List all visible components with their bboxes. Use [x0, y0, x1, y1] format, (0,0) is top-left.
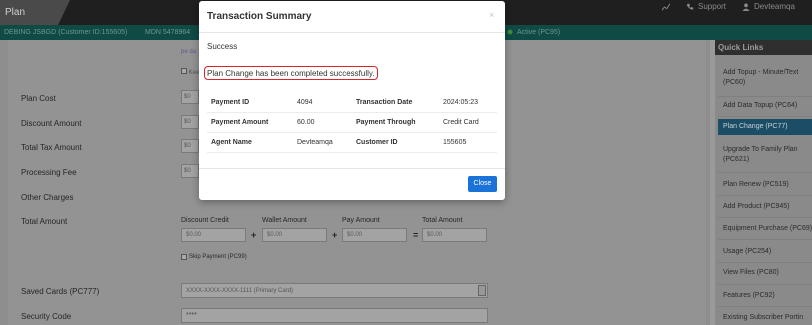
- quick-link-usage[interactable]: Usage (PC254): [718, 247, 812, 257]
- skip-payment-checkbox[interactable]: [181, 254, 187, 260]
- transaction-date-value: 2024:05:23: [443, 99, 479, 106]
- divider: [718, 217, 812, 218]
- equals-operator: =: [413, 230, 419, 240]
- agent-name-label: Agent Name: [211, 139, 252, 146]
- payment-through-value: Credit Card: [443, 119, 479, 126]
- transaction-summary-modal: Transaction Summary × Success Plan Chang…: [199, 1, 505, 200]
- security-code-input[interactable]: ****: [181, 308, 488, 323]
- discount-credit-input[interactable]: $0.00: [181, 228, 246, 242]
- agent-name-value: Devteamqa: [297, 139, 333, 146]
- table-row: Agent Name Devteamqa Customer ID 155605: [207, 133, 497, 153]
- discount-amount-field[interactable]: $0: [181, 115, 199, 129]
- divider: [718, 172, 812, 173]
- pay-amount-label: Pay Amount: [342, 217, 380, 224]
- quick-link-add-product[interactable]: Add Product (PC945): [718, 202, 812, 212]
- title-notch: [58, 0, 70, 25]
- quick-link-plan-renew[interactable]: Plan Renew (PC519): [718, 180, 812, 190]
- user-menu[interactable]: Devteamqa: [742, 0, 795, 14]
- divider: [718, 116, 812, 117]
- page-title: Plan Change: [0, 0, 58, 43]
- quick-link-upgrade-family[interactable]: Upgrade To Family Plan (PC621): [718, 145, 812, 167]
- plan-cost-field[interactable]: $0: [181, 90, 199, 104]
- payment-amount-value: 60.00: [297, 119, 315, 126]
- saved-cards-select[interactable]: XXXX-XXXX-XXXX-1111 (Primary Card): [181, 283, 488, 298]
- user-name: Devteamqa: [754, 2, 795, 11]
- pay-amount-input[interactable]: $0.00: [342, 228, 407, 242]
- support-link[interactable]: Support: [686, 0, 726, 14]
- quick-link-existing-subscriber-portin[interactable]: Existing Subscriber Portin: [718, 313, 812, 323]
- support-label: Support: [698, 2, 727, 11]
- keep-checkbox-label: Kee: [188, 70, 200, 76]
- divider: [718, 195, 812, 196]
- analytics-link[interactable]: [662, 0, 670, 14]
- divider: [718, 239, 812, 240]
- mini-link[interactable]: pe da: [181, 49, 196, 55]
- quick-links-title: Quick Links: [715, 40, 812, 55]
- processing-fee-label: Processing Fee: [21, 168, 77, 177]
- skip-payment-row[interactable]: Skip Payment (PC99): [181, 254, 247, 260]
- chart-icon: [662, 3, 670, 11]
- saved-cards-label: Saved Cards (PC777): [21, 287, 100, 296]
- quick-link-features[interactable]: Features (PC92): [718, 291, 812, 301]
- discount-amount-label: Discount Amount: [21, 119, 82, 128]
- chevron-down-icon[interactable]: [478, 285, 486, 296]
- status-text: Success: [207, 42, 238, 51]
- table-row: Payment Amount 60.00 Payment Through Cre…: [207, 113, 497, 133]
- payment-id-value: 4094: [297, 99, 313, 106]
- payment-id-label: Payment ID: [211, 99, 250, 106]
- skip-payment-label: Skip Payment (PC99): [189, 254, 247, 260]
- mdn-info: MDN 5478964: [145, 29, 191, 36]
- security-code-label: Security Code: [21, 312, 72, 321]
- phone-icon: [686, 3, 694, 10]
- user-icon: [742, 3, 750, 11]
- transaction-date-label: Transaction Date: [356, 99, 413, 106]
- plus-operator-2: +: [332, 230, 338, 240]
- saved-card-value: XXXX-XXXX-XXXX-1111 (Primary Card): [186, 288, 294, 294]
- quick-link-view-files[interactable]: View Files (PC80): [718, 268, 812, 278]
- total-tax-label: Total Tax Amount: [21, 143, 82, 152]
- total-tax-field[interactable]: $0: [181, 139, 199, 153]
- payment-through-label: Payment Through: [356, 119, 416, 126]
- modal-title: Transaction Summary: [207, 11, 312, 22]
- customer-id-value: 155605: [443, 139, 467, 146]
- wallet-amount-input[interactable]: $0.00: [262, 228, 327, 242]
- quick-link-add-data-topup[interactable]: Add Data Topup (PC64): [718, 101, 812, 111]
- wallet-amount-label: Wallet Amount: [262, 217, 307, 224]
- modal-header-divider: [199, 32, 505, 33]
- other-charges-label: Other Charges: [21, 193, 74, 202]
- divider: [718, 284, 812, 285]
- table-row: Payment ID 4094 Transaction Date 2024:05…: [207, 93, 497, 113]
- quick-link-add-topup[interactable]: Add Topup - Minute/Text (PC60): [718, 68, 812, 90]
- close-icon[interactable]: ×: [489, 10, 494, 20]
- modal-footer-divider: [199, 168, 505, 169]
- customer-info: DEBING JSBGD (Customer ID:155605): [4, 29, 128, 36]
- processing-fee-field[interactable]: $0: [181, 164, 199, 178]
- total-amount-label: Total Amount: [21, 217, 68, 226]
- total-amount-col-label: Total Amount: [422, 217, 463, 224]
- success-message: Plan Change has been completed successfu…: [204, 66, 378, 80]
- status-dot: [507, 25, 513, 40]
- divider: [718, 96, 812, 97]
- account-status: Active (PC95): [517, 29, 561, 36]
- keep-checkbox-row[interactable]: Kee: [181, 68, 199, 76]
- plan-cost-label: Plan Cost: [21, 94, 56, 103]
- payment-amount-label: Payment Amount: [211, 119, 269, 126]
- close-button[interactable]: Close: [468, 176, 497, 192]
- summary-table: Payment ID 4094 Transaction Date 2024:05…: [207, 93, 497, 153]
- divider: [718, 262, 812, 263]
- keep-checkbox[interactable]: [181, 68, 187, 74]
- plus-operator-1: +: [251, 230, 257, 240]
- divider: [718, 306, 812, 307]
- discount-credit-label: Discount Credit: [181, 217, 229, 224]
- total-amount-input[interactable]: $0.00: [422, 228, 487, 242]
- quick-link-equipment-purchase[interactable]: Equipment Purchase (PC69): [718, 224, 812, 234]
- quick-link-plan-change[interactable]: Plan Change (PC77): [718, 119, 812, 135]
- customer-id-label: Customer ID: [356, 139, 398, 146]
